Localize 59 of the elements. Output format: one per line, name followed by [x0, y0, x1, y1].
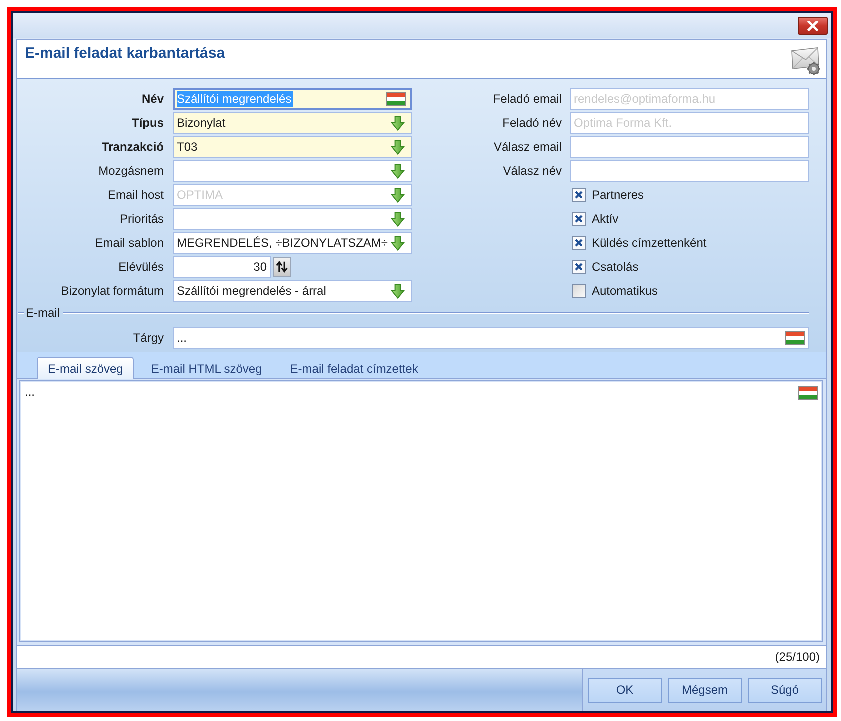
- text-field[interactable]: [570, 136, 809, 158]
- down-arrow-icon[interactable]: [391, 284, 405, 298]
- envelope-gear-icon: [791, 46, 821, 76]
- checkbox-label[interactable]: Automatikus: [592, 284, 658, 298]
- checkbox[interactable]: [572, 212, 586, 226]
- hungarian-flag-icon[interactable]: [785, 331, 805, 345]
- down-arrow-icon[interactable]: [391, 116, 405, 130]
- field-label: Tárgy: [132, 331, 164, 345]
- checkbox[interactable]: [572, 236, 586, 250]
- checkbox-label[interactable]: Aktív: [592, 212, 619, 226]
- number-field[interactable]: 30: [173, 256, 271, 278]
- checkbox[interactable]: [572, 188, 586, 202]
- down-arrow-icon[interactable]: [391, 140, 405, 154]
- tab[interactable]: E-mail HTML szöveg: [140, 357, 274, 379]
- checkbox-label[interactable]: Partneres: [592, 188, 644, 202]
- ok-button[interactable]: OK: [588, 678, 662, 702]
- tab[interactable]: E-mail feladat címzettek: [279, 357, 430, 379]
- group-title: E-mail: [26, 306, 60, 320]
- field-label: Válasz név: [502, 164, 562, 178]
- dropdown-field[interactable]: MEGRENDELÉS, ÷BIZONYLATSZAM÷: [173, 232, 412, 254]
- down-arrow-icon[interactable]: [391, 188, 405, 202]
- dropdown-field[interactable]: [173, 160, 412, 182]
- field-label: Mozgásnem: [98, 164, 164, 178]
- dropdown-field[interactable]: [173, 208, 412, 230]
- field-label: Bizonylat formátum: [60, 284, 164, 298]
- dropdown-field[interactable]: Bizonylat: [173, 112, 412, 134]
- hungarian-flag-icon[interactable]: [798, 386, 818, 400]
- field-label: Feladó név: [502, 116, 562, 130]
- dialog-title: E-mail feladat karbantartása: [25, 45, 226, 62]
- text-field[interactable]: ...: [173, 327, 809, 349]
- dropdown-field[interactable]: T03: [173, 136, 412, 158]
- field-label: Elévülés: [118, 260, 164, 274]
- cancel-button[interactable]: Mégsem: [668, 678, 742, 702]
- field-label: Típus: [131, 116, 164, 130]
- checkbox-label[interactable]: Csatolás: [592, 260, 639, 274]
- spinner-button[interactable]: [273, 257, 291, 277]
- down-arrow-icon[interactable]: [391, 164, 405, 178]
- tab[interactable]: E-mail szöveg: [37, 357, 134, 379]
- field-label: Feladó email: [492, 92, 562, 106]
- text-field[interactable]: [570, 160, 809, 182]
- checkbox-label[interactable]: Küldés címzettenként: [592, 236, 707, 250]
- close-icon: [807, 20, 819, 30]
- checkbox[interactable]: [572, 260, 586, 274]
- down-arrow-icon[interactable]: [391, 212, 405, 226]
- up-down-arrows-icon: [276, 260, 288, 274]
- field-label: Válasz email: [492, 140, 562, 154]
- field-label: Név: [140, 92, 164, 106]
- checkbox[interactable]: [572, 284, 586, 298]
- text-editor[interactable]: ...: [19, 380, 823, 642]
- hungarian-flag-icon[interactable]: [386, 92, 406, 106]
- field-label: Email host: [106, 188, 164, 202]
- close-button[interactable]: [798, 16, 828, 34]
- field-label: Tranzakció: [100, 140, 164, 154]
- field-label: Email sablon: [94, 236, 164, 250]
- dropdown-field[interactable]: Szállítói megrendelés - árral: [173, 280, 412, 302]
- down-arrow-icon[interactable]: [391, 236, 405, 250]
- field-label: Prioritás: [118, 212, 164, 226]
- help-button[interactable]: Súgó: [748, 678, 822, 702]
- character-counter: (25/100): [775, 650, 820, 664]
